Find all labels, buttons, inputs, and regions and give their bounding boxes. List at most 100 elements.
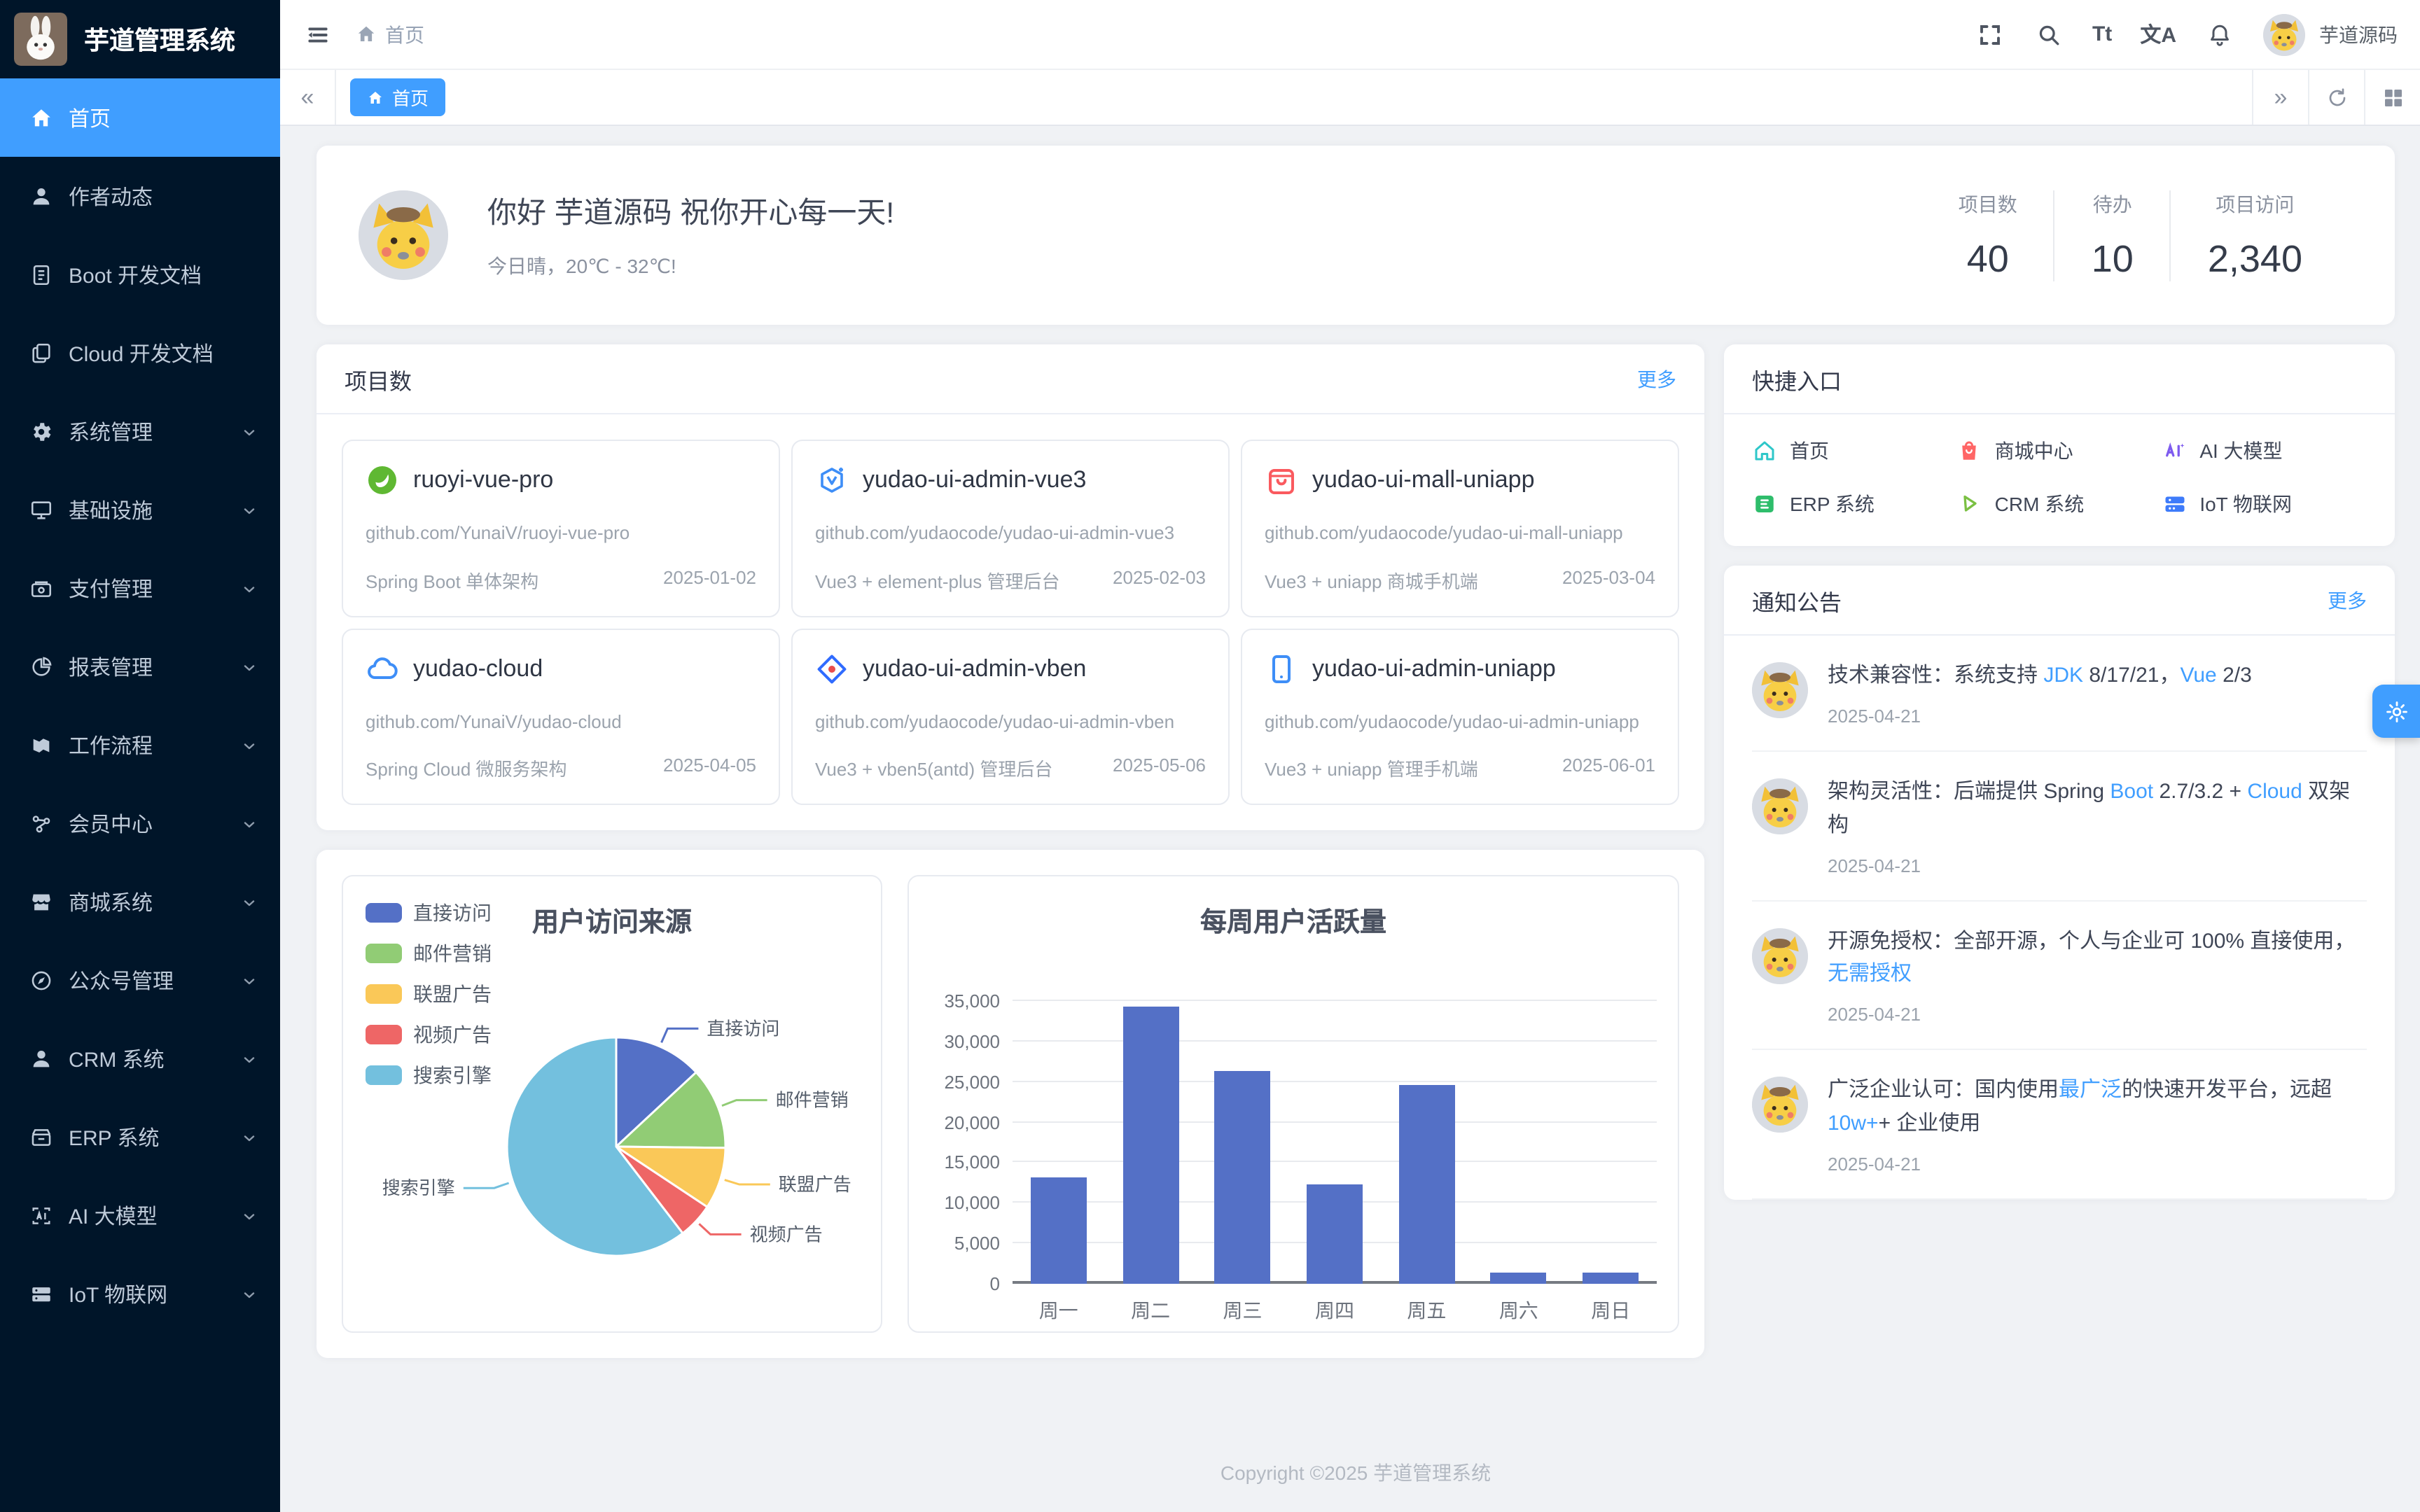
sidebar-item-iot[interactable]: IoT 物联网 [0,1254,280,1333]
quick-entry-crm[interactable]: CRM 系统 [1957,490,2162,518]
flow-icon [29,733,53,757]
cloud-icon [366,652,399,685]
projects-more-link[interactable]: 更多 [1637,365,1676,393]
bar [1583,1273,1639,1284]
quick-entry-iot[interactable]: IoT 物联网 [2162,490,2367,518]
notice-link[interactable]: Cloud [2247,780,2302,804]
stat-value: 10 [2092,237,2134,281]
sidebar-item-author-trends[interactable]: 作者动态 [0,157,280,235]
sidebar-item-home[interactable]: 首页 [0,78,280,157]
notice-link[interactable]: JDK [2043,664,2083,687]
sidebar-item-cloud-doc[interactable]: Cloud 开发文档 [0,314,280,392]
legend-swatch [366,1025,402,1044]
project-card-yudao-ui-admin-uniapp[interactable]: yudao-ui-admin-uniapp github.com/yudaocod… [1241,628,1679,805]
notice-link[interactable]: 10w+ [1828,1111,1879,1135]
notice-item[interactable]: 开源免授权：全部开源，个人与企业可 100% 直接使用，无需授权2025-04-… [1752,902,2367,1051]
project-desc: Spring Boot 单体架构 [366,566,538,593]
notice-item[interactable]: 广泛企业认可：国内使用最广泛的快速开发平台，远超 10w++ 企业使用2025-… [1752,1051,2367,1200]
notification-bell-icon[interactable] [2204,19,2235,50]
project-name: yudao-cloud [413,654,543,682]
x-tick-label: 周五 [1381,1296,1473,1324]
sidebar-item-pay[interactable]: 支付管理 [0,549,280,627]
bar-chart-canvas: 05,00010,00015,00020,00025,00030,00035,0… [1013,1001,1657,1284]
legend-label: 视频广告 [413,1021,492,1049]
project-card-yudao-cloud[interactable]: yudao-cloudgithub.com/YunaiV/yudao-cloud… [342,628,780,805]
navbar: 首页 Tt 文A 芋道源码 [280,0,2420,70]
q-erp-icon [1752,491,1777,517]
notices-more-link[interactable]: 更多 [2328,586,2367,614]
chevron-down-icon [241,501,258,518]
legend-item[interactable]: 联盟广告 [366,980,492,1008]
layout-grid-icon[interactable] [2364,70,2420,125]
notice-link[interactable]: Boot [2110,780,2153,804]
sidebar-item-member[interactable]: 会员中心 [0,784,280,862]
tags-scroll-left-icon[interactable]: « [280,70,336,125]
left-column: 项目数 更多 ruoyi-vue-progithub.com/YunaiV/ru… [317,344,1704,1358]
sidebar-item-label: AI 大模型 [69,1200,241,1230]
project-card-yudao-ui-admin-vue3[interactable]: yudao-ui-admin-vue3github.com/yudaocode/… [791,440,1230,617]
sidebar-item-infra[interactable]: 基础设施 [0,470,280,549]
legend-swatch [366,903,402,923]
notice-link[interactable]: Vue [2180,664,2216,687]
quick-entry-mall-center[interactable]: 商城中心 [1957,437,2162,465]
sidebar-item-mp[interactable]: 公众号管理 [0,941,280,1019]
bar [1491,1273,1547,1284]
legend-item[interactable]: 直接访问 [366,899,492,927]
project-url: github.com/yudaocode/yudao-ui-mall-uniap… [1265,519,1655,547]
tags-scroll-right-icon[interactable]: » [2252,70,2308,125]
fullscreen-icon[interactable] [1975,19,2005,50]
language-icon[interactable]: 文A [2140,20,2176,49]
notice-link[interactable]: 无需授权 [1828,962,1912,986]
quick-entry-label: 商城中心 [1995,437,2073,465]
page-content: 你好 芋道源码 祝你开心每一天! 今日晴，20℃ - 32℃! 项目数40待办1… [280,126,2420,1512]
project-card-ruoyi-vue-pro[interactable]: ruoyi-vue-progithub.com/YunaiV/ruoyi-vue… [342,440,780,617]
project-url: github.com/yudaocode/yudao-ui-admin-vben [815,708,1206,735]
quick-entry-card: 快捷入口 首页商城中心AI 大模型ERP 系统CRM 系统IoT 物联网 [1724,344,2395,546]
legend-item[interactable]: 邮件营销 [366,939,492,967]
sidebar-item-workflow[interactable]: 工作流程 [0,706,280,784]
breadcrumb[interactable]: 首页 [356,20,424,48]
hamburger-menu-icon[interactable] [302,19,333,50]
logo-row[interactable]: 芋道管理系统 [0,0,280,78]
notice-link[interactable]: 最广泛 [2059,1079,2122,1102]
y-tick-label: 35,000 [944,990,1000,1011]
shop-icon [29,890,53,913]
chevron-down-icon [241,423,258,440]
project-card-yudao-ui-admin-vben[interactable]: yudao-ui-admin-vbengithub.com/yudaocode/… [791,628,1230,805]
project-url: github.com/yudaocode/yudao-ui-admin-vue3 [815,519,1206,547]
sidebar-item-erp[interactable]: ERP 系统 [0,1098,280,1176]
project-name: yudao-ui-admin-uniapp [1312,654,1556,682]
notice-avatar [1752,1077,1808,1133]
project-url: github.com/yudaocode/yudao-ui-admin-unia… [1265,708,1655,735]
search-icon[interactable] [2033,19,2064,50]
y-tick-label: 0 [990,1273,1000,1294]
stat-value: 2,340 [2208,237,2302,281]
notice-item[interactable]: 架构灵活性：后端提供 Spring Boot 2.7/3.2 + Cloud 双… [1752,752,2367,902]
font-size-icon[interactable]: Tt [2092,22,2112,46]
erp-icon [29,1125,53,1149]
right-column: 快捷入口 首页商城中心AI 大模型ERP 系统CRM 系统IoT 物联网 通知公… [1724,344,2395,1358]
user-avatar[interactable] [2263,13,2305,55]
sidebar-item-system[interactable]: 系统管理 [0,392,280,470]
quick-entry-ai-model[interactable]: AI 大模型 [2162,437,2367,465]
sidebar-item-boot-doc[interactable]: Boot 开发文档 [0,235,280,314]
crm-user-icon [29,1046,53,1070]
quick-entry-grid: 首页 商城中心 AI 大模型 ERP 系统CRM 系统IoT 物联网 [1724,414,2395,546]
greeting-card: 你好 芋道源码 祝你开心每一天! 今日晴，20℃ - 32℃! 项目数40待办1… [317,146,2395,325]
project-card-yudao-ui-mall-uniapp[interactable]: yudao-ui-mall-uniappgithub.com/yudaocode… [1241,440,1679,617]
sidebar: 芋道管理系统 首页作者动态Boot 开发文档Cloud 开发文档系统管理基础设施… [0,0,280,1512]
sidebar-item-report[interactable]: 报表管理 [0,627,280,706]
quick-entry-home[interactable]: 首页 [1752,437,1957,465]
legend-item[interactable]: 搜索引擎 [366,1061,492,1089]
quick-entry-erp[interactable]: ERP 系统 [1752,490,1957,518]
username-label[interactable]: 芋道源码 [2319,20,2398,48]
legend-item[interactable]: 视频广告 [366,1021,492,1049]
sidebar-item-crm[interactable]: CRM 系统 [0,1019,280,1098]
settings-gear-button[interactable] [2372,685,2420,738]
sidebar-item-ai[interactable]: AI 大模型 [0,1176,280,1254]
tab-home[interactable]: 首页 [350,78,445,116]
notice-item[interactable]: 技术兼容性：系统支持 JDK 8/17/21，Vue 2/32025-04-21 [1752,636,2367,752]
bar-chart: 每周用户活跃量 05,00010,00015,00020,00025,00030… [908,875,1679,1333]
refresh-icon[interactable] [2308,70,2364,125]
sidebar-item-mall[interactable]: 商城系统 [0,862,280,941]
